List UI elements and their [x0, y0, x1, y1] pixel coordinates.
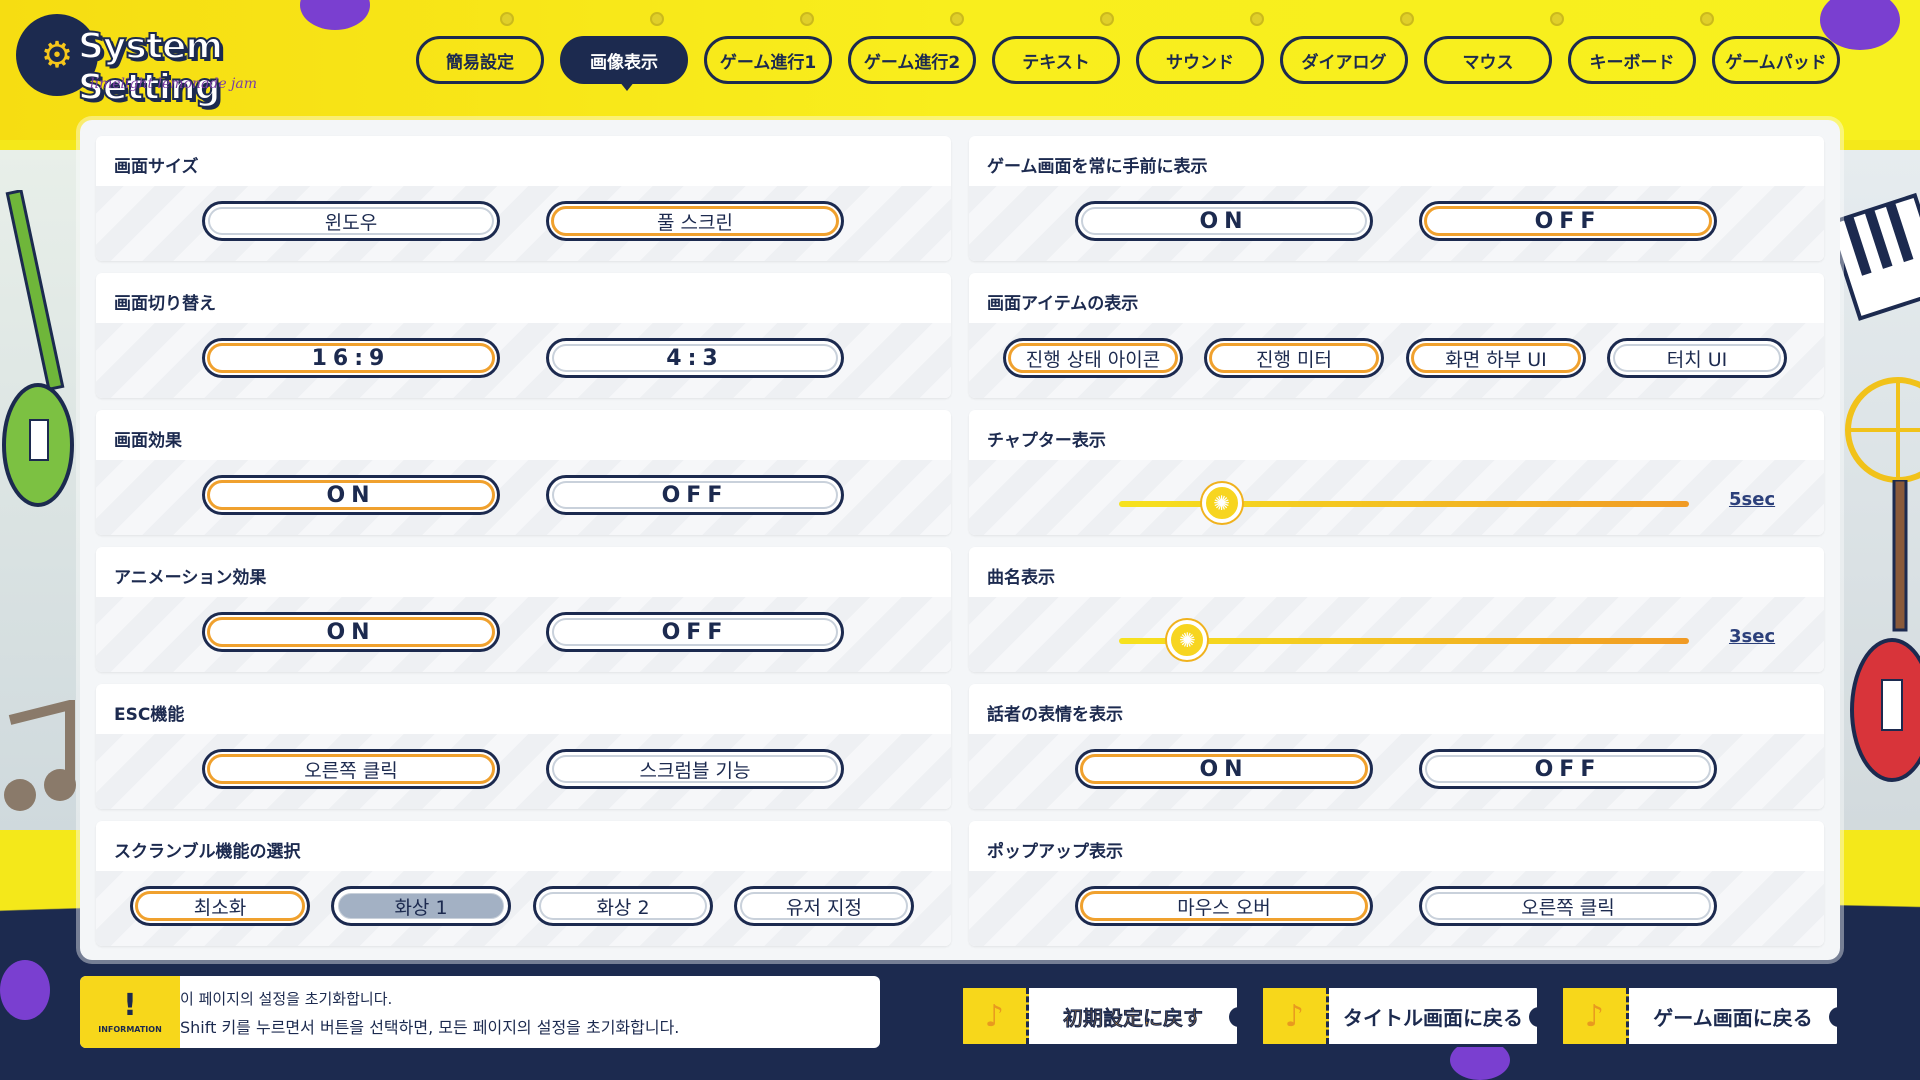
tab-simple-settings[interactable]: 簡易設定 — [416, 36, 544, 84]
section-screen-effect: 画面効果 ON OFF — [96, 410, 951, 535]
tab-keyboard[interactable]: キーボード — [1568, 36, 1696, 84]
settings-panel: 画面サイズ 윈도우 풀 스크린 画面切り替え 16:9 4:3 画面効果 ON … — [80, 120, 1840, 960]
section-title: 画面効果 — [114, 431, 182, 451]
section-animation-effect: アニメーション効果 ON OFF — [96, 547, 951, 672]
section-title: 画面アイテムの表示 — [987, 294, 1139, 314]
app-subtitle: limelight lemonade jam — [90, 76, 258, 92]
section-scramble-select: スクランブル機能の選択 최소화 화상 1 화상 2 유저 지정 — [96, 821, 951, 946]
section-popup-display: ポップアップ表示 마우스 오버 오른쪽 클릭 — [969, 821, 1824, 946]
section-title: 話者の表情を表示 — [987, 705, 1123, 725]
option-scramble-custom[interactable]: 유저 지정 — [734, 886, 914, 926]
app-logo: ⚙ System Setting limelight lemonade jam — [12, 8, 342, 109]
exclamation-icon: ! — [123, 987, 137, 1023]
option-popup-right-click[interactable]: 오른쪽 클릭 — [1419, 886, 1717, 926]
chapter-display-value: 5sec — [1729, 489, 1776, 510]
option-esc-right-click[interactable]: 오른쪽 클릭 — [202, 749, 500, 789]
reset-defaults-button[interactable]: ♪ 初期設定に戻す — [960, 985, 1240, 1047]
option-ratio-4-3[interactable]: 4:3 — [546, 338, 844, 378]
option-popup-mouseover[interactable]: 마우스 오버 — [1075, 886, 1373, 926]
information-badge: ! INFORMATION — [80, 976, 180, 1048]
option-fullscreen[interactable]: 풀 스크린 — [546, 201, 844, 241]
app-title: System Setting — [77, 25, 224, 109]
song-title-slider[interactable]: ✺ — [1119, 620, 1689, 660]
tab-text[interactable]: テキスト — [992, 36, 1120, 84]
song-title-value: 3sec — [1729, 626, 1776, 647]
option-scramble-image-1[interactable]: 화상 1 — [331, 886, 511, 926]
information-label: INFORMATION — [98, 1024, 162, 1034]
option-progress-meter[interactable]: 진행 미터 — [1204, 338, 1384, 378]
section-song-title-display: 曲名表示 ✺ 3sec — [969, 547, 1824, 672]
section-title: ポップアップ表示 — [987, 842, 1123, 862]
information-line-1: 이 페이지의 설정을 초기화합니다. — [180, 990, 393, 1008]
ferris-wheel-icon — [1845, 377, 1920, 483]
option-screen-effect-off[interactable]: OFF — [546, 475, 844, 515]
section-title: チャプター表示 — [987, 431, 1106, 451]
option-esc-scramble[interactable]: 스크럼블 기능 — [546, 749, 844, 789]
option-animation-off[interactable]: OFF — [546, 612, 844, 652]
information-line-2: Shift 키를 누르면서 버튼을 선택하면, 모든 페이지의 설정을 초기화합… — [180, 1018, 680, 1037]
option-speaker-off[interactable]: OFF — [1419, 749, 1717, 789]
tab-gamepad[interactable]: ゲームパッド — [1712, 36, 1840, 84]
tab-dialog[interactable]: ダイアログ — [1280, 36, 1408, 84]
return-title-button[interactable]: ♪ タイトル画面に戻る — [1260, 985, 1540, 1047]
section-title: 曲名表示 — [987, 568, 1055, 588]
section-esc-function: ESC機能 오른쪽 클릭 스크럼블 기능 — [96, 684, 951, 809]
section-speaker-expression: 話者の表情を表示 ON OFF — [969, 684, 1824, 809]
option-progress-icon[interactable]: 진행 상태 아이콘 — [1003, 338, 1183, 378]
option-screen-effect-on[interactable]: ON — [202, 475, 500, 515]
section-title: ゲーム画面を常に手前に表示 — [987, 157, 1208, 177]
section-screen-items: 画面アイテムの表示 진행 상태 아이콘 진행 미터 화면 하부 UI 터치 UI — [969, 273, 1824, 398]
tab-game-progress-2[interactable]: ゲーム進行2 — [848, 36, 976, 84]
option-always-on-top-on[interactable]: ON — [1075, 201, 1373, 241]
section-chapter-display: チャプター表示 ✺ 5sec — [969, 410, 1824, 535]
tab-game-progress-1[interactable]: ゲーム進行1 — [704, 36, 832, 84]
music-note-icon — [4, 700, 76, 811]
chapter-display-slider[interactable]: ✺ — [1119, 483, 1689, 523]
option-touch-ui[interactable]: 터치 UI — [1607, 338, 1787, 378]
option-ratio-16-9[interactable]: 16:9 — [202, 338, 500, 378]
lemon-icon: ♪ — [1563, 988, 1629, 1044]
section-screen-ratio: 画面切り替え 16:9 4:3 — [96, 273, 951, 398]
option-animation-on[interactable]: ON — [202, 612, 500, 652]
electric-guitar-icon — [1850, 480, 1920, 782]
option-window[interactable]: 윈도우 — [202, 201, 500, 241]
return-game-button[interactable]: ♪ ゲーム画面に戻る — [1560, 985, 1840, 1047]
option-always-on-top-off[interactable]: OFF — [1419, 201, 1717, 241]
section-title: ESC機能 — [114, 705, 185, 725]
tab-mouse[interactable]: マウス — [1424, 36, 1552, 84]
section-title: 画面サイズ — [114, 157, 199, 177]
guitar-icon — [2, 190, 74, 507]
section-title: 画面切り替え — [114, 294, 216, 314]
lemon-icon: ♪ — [1263, 988, 1329, 1044]
lemon-icon: ♪ — [963, 988, 1029, 1044]
keyboard-instrument-icon — [1838, 192, 1920, 321]
option-bottom-ui[interactable]: 화면 하부 UI — [1406, 338, 1586, 378]
option-speaker-on[interactable]: ON — [1075, 749, 1373, 789]
option-scramble-image-2[interactable]: 화상 2 — [533, 886, 713, 926]
tab-image-display[interactable]: 画像表示 — [560, 36, 688, 91]
option-scramble-minimize[interactable]: 최소화 — [130, 886, 310, 926]
splash-decoration — [0, 960, 50, 1020]
section-title: スクランブル機能の選択 — [114, 842, 301, 862]
slider-knob[interactable]: ✺ — [1201, 483, 1242, 523]
section-always-on-top: ゲーム画面を常に手前に表示 ON OFF — [969, 136, 1824, 261]
section-screen-size: 画面サイズ 윈도우 풀 스크린 — [96, 136, 951, 261]
dot-decoration-row — [500, 12, 1900, 26]
information-box: ! INFORMATION 이 페이지의 설정을 초기화합니다. Shift 키… — [80, 976, 880, 1048]
section-title: アニメーション効果 — [114, 568, 267, 588]
tab-sound[interactable]: サウンド — [1136, 36, 1264, 84]
